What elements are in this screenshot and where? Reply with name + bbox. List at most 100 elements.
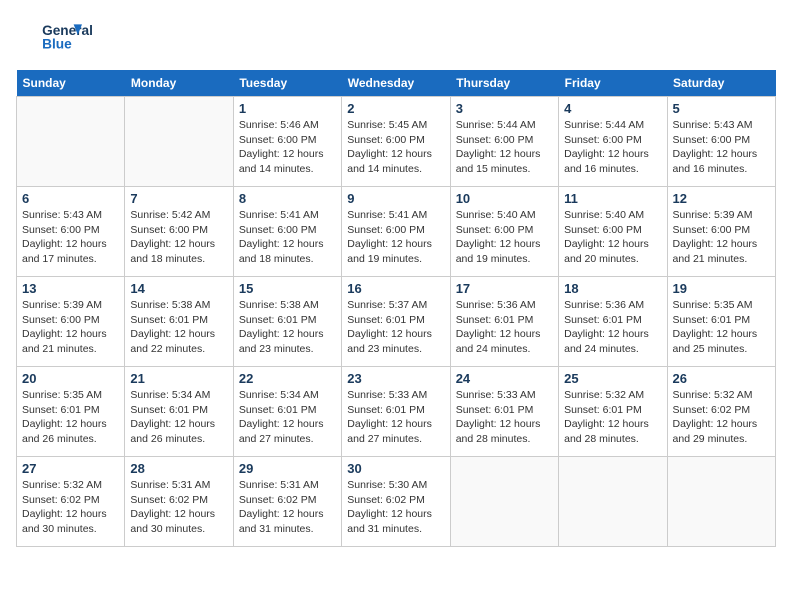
calendar-cell: 22Sunrise: 5:34 AM Sunset: 6:01 PM Dayli… <box>233 367 341 457</box>
calendar-cell: 28 Sunrise: 5:31 AM Sunset: 6:02 PM Dayli… <box>125 457 233 547</box>
week-row-5: 27 Sunrise: 5:32 AM Sunset: 6:02 PM Dayli… <box>17 457 776 547</box>
day-header-sunday: Sunday <box>17 70 125 97</box>
day-number: 5 <box>673 101 770 116</box>
day-detail: Sunrise: 5:31 AM Sunset: 6:02 PM Dayligh… <box>130 478 227 537</box>
day-header-saturday: Saturday <box>667 70 775 97</box>
day-header-tuesday: Tuesday <box>233 70 341 97</box>
day-number: 3 <box>456 101 553 116</box>
day-number: 18 <box>564 281 661 296</box>
day-detail: Sunrise: 5:33 AM Sunset: 6:01 PM Dayligh… <box>347 388 444 447</box>
day-detail: Sunrise: 5:43 AM Sunset: 6:00 PM Dayligh… <box>673 118 770 177</box>
calendar-cell: 23 Sunrise: 5:33 AM Sunset: 6:01 PM Dayli… <box>342 367 450 457</box>
day-number: 24 <box>456 371 553 386</box>
day-detail: Sunrise: 5:40 AM Sunset: 6:00 PM Dayligh… <box>564 208 661 267</box>
day-detail: Sunrise: 5:45 AM Sunset: 6:00 PM Dayligh… <box>347 118 444 177</box>
day-detail: Sunrise: 5:31 AM Sunset: 6:02 PM Dayligh… <box>239 478 336 537</box>
day-detail: Sunrise: 5:39 AM Sunset: 6:00 PM Dayligh… <box>22 298 119 357</box>
day-number: 25 <box>564 371 661 386</box>
day-detail: Sunrise: 5:30 AM Sunset: 6:02 PM Dayligh… <box>347 478 444 537</box>
calendar-cell: 14 Sunrise: 5:38 AM Sunset: 6:01 PM Dayli… <box>125 277 233 367</box>
calendar-cell: 17Sunrise: 5:36 AM Sunset: 6:01 PM Dayli… <box>450 277 558 367</box>
day-number: 14 <box>130 281 227 296</box>
day-number: 28 <box>130 461 227 476</box>
week-row-2: 6Sunrise: 5:43 AM Sunset: 6:00 PM Daylig… <box>17 187 776 277</box>
day-number: 12 <box>673 191 770 206</box>
calendar-cell: 25 Sunrise: 5:32 AM Sunset: 6:01 PM Dayli… <box>559 367 667 457</box>
day-number: 27 <box>22 461 119 476</box>
day-detail: Sunrise: 5:36 AM Sunset: 6:01 PM Dayligh… <box>456 298 553 357</box>
calendar-cell: 5 Sunrise: 5:43 AM Sunset: 6:00 PM Daylig… <box>667 97 775 187</box>
calendar-cell: 21Sunrise: 5:34 AM Sunset: 6:01 PM Dayli… <box>125 367 233 457</box>
day-detail: Sunrise: 5:32 AM Sunset: 6:01 PM Dayligh… <box>564 388 661 447</box>
calendar-cell: 13 Sunrise: 5:39 AM Sunset: 6:00 PM Dayli… <box>17 277 125 367</box>
calendar-cell <box>559 457 667 547</box>
day-header-friday: Friday <box>559 70 667 97</box>
calendar-cell: 19 Sunrise: 5:35 AM Sunset: 6:01 PM Dayli… <box>667 277 775 367</box>
calendar-cell: 30 Sunrise: 5:30 AM Sunset: 6:02 PM Dayli… <box>342 457 450 547</box>
calendar-cell: 3 Sunrise: 5:44 AM Sunset: 6:00 PM Daylig… <box>450 97 558 187</box>
day-detail: Sunrise: 5:46 AM Sunset: 6:00 PM Dayligh… <box>239 118 336 177</box>
day-header-wednesday: Wednesday <box>342 70 450 97</box>
calendar-cell <box>125 97 233 187</box>
calendar-cell: 9 Sunrise: 5:41 AM Sunset: 6:00 PM Daylig… <box>342 187 450 277</box>
calendar-cell: 24Sunrise: 5:33 AM Sunset: 6:01 PM Dayli… <box>450 367 558 457</box>
calendar-cell: 15 Sunrise: 5:38 AM Sunset: 6:01 PM Dayli… <box>233 277 341 367</box>
day-detail: Sunrise: 5:35 AM Sunset: 6:01 PM Dayligh… <box>673 298 770 357</box>
day-header-monday: Monday <box>125 70 233 97</box>
day-header-thursday: Thursday <box>450 70 558 97</box>
day-number: 7 <box>130 191 227 206</box>
day-number: 26 <box>673 371 770 386</box>
day-number: 4 <box>564 101 661 116</box>
day-number: 19 <box>673 281 770 296</box>
calendar-cell: 7 Sunrise: 5:42 AM Sunset: 6:00 PM Daylig… <box>125 187 233 277</box>
week-row-1: 1 Sunrise: 5:46 AM Sunset: 6:00 PM Daylig… <box>17 97 776 187</box>
calendar-cell: 10 Sunrise: 5:40 AM Sunset: 6:00 PM Dayli… <box>450 187 558 277</box>
calendar-cell: 12 Sunrise: 5:39 AM Sunset: 6:00 PM Dayli… <box>667 187 775 277</box>
calendar-cell: 1 Sunrise: 5:46 AM Sunset: 6:00 PM Daylig… <box>233 97 341 187</box>
calendar-cell: 29 Sunrise: 5:31 AM Sunset: 6:02 PM Dayli… <box>233 457 341 547</box>
day-number: 13 <box>22 281 119 296</box>
day-detail: Sunrise: 5:37 AM Sunset: 6:01 PM Dayligh… <box>347 298 444 357</box>
week-row-3: 13 Sunrise: 5:39 AM Sunset: 6:00 PM Dayli… <box>17 277 776 367</box>
day-detail: Sunrise: 5:41 AM Sunset: 6:00 PM Dayligh… <box>347 208 444 267</box>
day-detail: Sunrise: 5:38 AM Sunset: 6:01 PM Dayligh… <box>239 298 336 357</box>
calendar-cell: 18Sunrise: 5:36 AM Sunset: 6:01 PM Dayli… <box>559 277 667 367</box>
day-number: 23 <box>347 371 444 386</box>
day-detail: Sunrise: 5:40 AM Sunset: 6:00 PM Dayligh… <box>456 208 553 267</box>
calendar-cell: 6Sunrise: 5:43 AM Sunset: 6:00 PM Daylig… <box>17 187 125 277</box>
day-number: 11 <box>564 191 661 206</box>
calendar-cell <box>667 457 775 547</box>
day-detail: Sunrise: 5:38 AM Sunset: 6:01 PM Dayligh… <box>130 298 227 357</box>
day-detail: Sunrise: 5:41 AM Sunset: 6:00 PM Dayligh… <box>239 208 336 267</box>
day-detail: Sunrise: 5:32 AM Sunset: 6:02 PM Dayligh… <box>22 478 119 537</box>
calendar-cell: 27 Sunrise: 5:32 AM Sunset: 6:02 PM Dayli… <box>17 457 125 547</box>
day-number: 30 <box>347 461 444 476</box>
day-detail: Sunrise: 5:34 AM Sunset: 6:01 PM Dayligh… <box>239 388 336 447</box>
week-row-4: 20Sunrise: 5:35 AM Sunset: 6:01 PM Dayli… <box>17 367 776 457</box>
calendar-cell: 26 Sunrise: 5:32 AM Sunset: 6:02 PM Dayli… <box>667 367 775 457</box>
page-header: General Blue <box>16 16 776 58</box>
day-number: 10 <box>456 191 553 206</box>
calendar-cell: 4 Sunrise: 5:44 AM Sunset: 6:00 PM Daylig… <box>559 97 667 187</box>
day-detail: Sunrise: 5:39 AM Sunset: 6:00 PM Dayligh… <box>673 208 770 267</box>
day-detail: Sunrise: 5:44 AM Sunset: 6:00 PM Dayligh… <box>456 118 553 177</box>
day-number: 16 <box>347 281 444 296</box>
logo-icon: General Blue <box>16 16 106 58</box>
header-row: SundayMondayTuesdayWednesdayThursdayFrid… <box>17 70 776 97</box>
day-detail: Sunrise: 5:44 AM Sunset: 6:00 PM Dayligh… <box>564 118 661 177</box>
day-number: 6 <box>22 191 119 206</box>
day-number: 9 <box>347 191 444 206</box>
calendar-cell: 20Sunrise: 5:35 AM Sunset: 6:01 PM Dayli… <box>17 367 125 457</box>
day-detail: Sunrise: 5:42 AM Sunset: 6:00 PM Dayligh… <box>130 208 227 267</box>
svg-text:Blue: Blue <box>42 37 72 52</box>
day-number: 15 <box>239 281 336 296</box>
calendar-table: SundayMondayTuesdayWednesdayThursdayFrid… <box>16 70 776 547</box>
day-number: 29 <box>239 461 336 476</box>
day-detail: Sunrise: 5:35 AM Sunset: 6:01 PM Dayligh… <box>22 388 119 447</box>
day-detail: Sunrise: 5:32 AM Sunset: 6:02 PM Dayligh… <box>673 388 770 447</box>
day-detail: Sunrise: 5:34 AM Sunset: 6:01 PM Dayligh… <box>130 388 227 447</box>
day-number: 8 <box>239 191 336 206</box>
day-number: 1 <box>239 101 336 116</box>
calendar-cell <box>450 457 558 547</box>
calendar-cell: 11 Sunrise: 5:40 AM Sunset: 6:00 PM Dayli… <box>559 187 667 277</box>
